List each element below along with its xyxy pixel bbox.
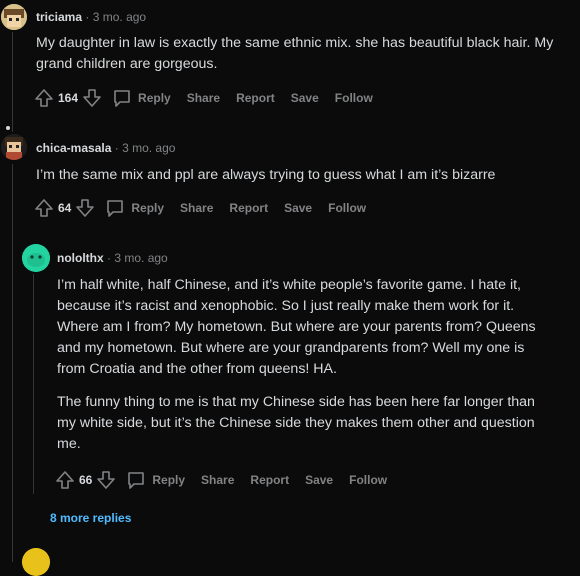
comment-actions: 164 Reply Share Report Save Follow [34,86,389,110]
avatar[interactable] [22,548,50,576]
follow-button[interactable]: Follow [328,201,366,215]
username[interactable]: nololthx [57,251,104,265]
comment-meta: nololthx · 3 mo. ago [57,251,168,265]
comment-icon [105,198,125,218]
save-button[interactable]: Save [305,473,333,487]
comment-body: I’m the same mix and ppl are always tryi… [36,165,556,198]
reply-label: Reply [131,201,165,215]
downvote-icon[interactable] [96,470,116,490]
collapse-dot-icon[interactable] [6,126,10,130]
downvote-icon[interactable] [75,198,95,218]
thread-line [12,32,13,132]
share-button[interactable]: Share [201,473,234,487]
username[interactable]: chica-masala [36,141,111,155]
comment-paragraph: The funny thing to me is that my Chinese… [57,394,535,452]
comment-meta: triciama · 3 mo. ago [36,10,147,24]
upvote-icon[interactable] [55,470,75,490]
avatar[interactable] [22,244,50,272]
share-button[interactable]: Share [187,91,220,105]
vote-count: 66 [79,473,93,487]
reply-button[interactable]: Reply [105,198,164,218]
avatar[interactable] [1,134,27,160]
share-button[interactable]: Share [180,201,213,215]
reply-button[interactable]: Reply [126,470,185,490]
comment-paragraph: I’m the same mix and ppl are always tryi… [36,167,496,183]
follow-button[interactable]: Follow [349,473,387,487]
timestamp[interactable]: 3 mo. ago [114,251,167,265]
downvote-icon[interactable] [82,88,102,108]
reply-label: Reply [152,473,186,487]
comment-paragraph: I’m half white, half Chinese, and it’s w… [57,277,536,377]
report-button[interactable]: Report [229,201,268,215]
comment-paragraph: My daughter in law is exactly the same e… [36,35,554,72]
report-button[interactable]: Report [236,91,275,105]
comment-actions: 66 Reply Share Report Save Follow [55,468,403,492]
timestamp[interactable]: 3 mo. ago [93,10,146,24]
comment-icon [112,88,132,108]
save-button[interactable]: Save [284,201,312,215]
vote-count: 64 [58,201,72,215]
more-replies-link[interactable]: 8 more replies [50,511,131,525]
avatar[interactable] [1,4,27,30]
comment-body: My daughter in law is exactly the same e… [36,33,556,87]
follow-button[interactable]: Follow [335,91,373,105]
reply-button[interactable]: Reply [112,88,171,108]
comment-icon [126,470,146,490]
report-button[interactable]: Report [250,473,289,487]
comment-meta: chica-masala · 3 mo. ago [36,141,176,155]
thread-line [12,164,13,562]
reply-label: Reply [138,91,171,105]
timestamp[interactable]: 3 mo. ago [122,141,175,155]
comment-body: I’m half white, half Chinese, and it’s w… [57,275,537,467]
upvote-icon[interactable] [34,198,54,218]
save-button[interactable]: Save [291,91,319,105]
comment-actions: 64 Reply Share Report Save Follow [34,196,382,220]
vote-count: 164 [58,91,79,105]
upvote-icon[interactable] [34,88,54,108]
username[interactable]: triciama [36,10,82,24]
thread-line [33,274,34,494]
